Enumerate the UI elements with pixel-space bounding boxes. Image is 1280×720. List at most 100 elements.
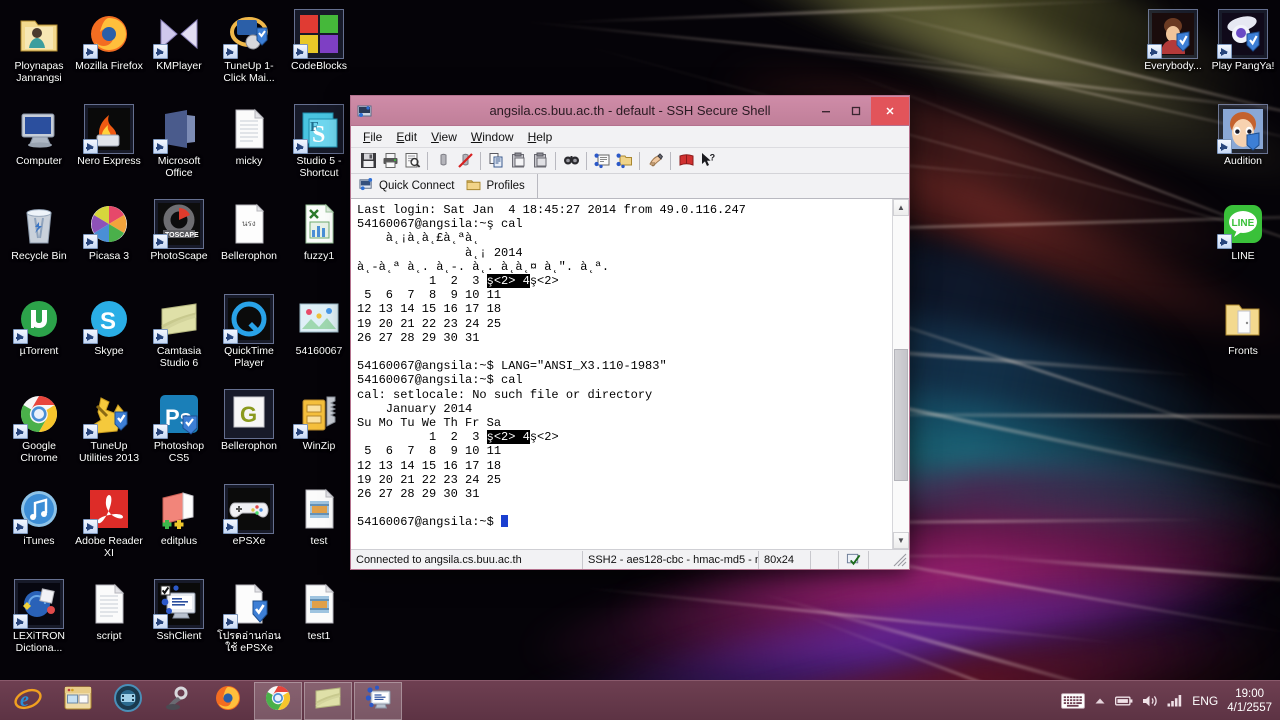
desktop-icon-photoshop[interactable]: Ps Photoshop CS5 — [144, 386, 214, 481]
help-book-icon[interactable] — [675, 150, 697, 172]
language-indicator[interactable]: ENG — [1192, 694, 1218, 708]
menu-item-help[interactable]: Help — [528, 130, 553, 144]
desktop-icon-shield-document[interactable]: โปรดอ่านก่อน ใช้ ePSXe — [214, 576, 284, 671]
terminal-text: Last login: Sat Jan 4 18:45:27 2014 from… — [357, 203, 746, 217]
desktop-icon-tuneup-utilities[interactable]: TuneUp Utilities 2013 — [74, 386, 144, 481]
desktop-icon-epsxe[interactable]: ePSXe — [214, 481, 284, 576]
desktop-icon-lexitron[interactable]: LEXiTRON Dictiona... — [4, 576, 74, 671]
minimize-button[interactable] — [811, 97, 841, 125]
toolbar[interactable]: ? — [351, 148, 909, 174]
terminal-text: 26 27 28 29 30 31 — [357, 331, 479, 345]
desktop-icon-label: LEXiTRON Dictiona... — [4, 631, 74, 654]
paste-upload-icon[interactable] — [529, 150, 551, 172]
desktop-icon-ssh-client[interactable]: SshClient — [144, 576, 214, 671]
connect-icon[interactable] — [432, 150, 454, 172]
desktop-icon-document[interactable]: นรง Bellerophon — [214, 196, 284, 291]
desktop-icon-winzip[interactable]: WinZip — [284, 386, 354, 481]
resize-grip[interactable] — [893, 553, 907, 567]
desktop-icon-editplus[interactable]: editplus — [144, 481, 214, 576]
desktop-icon-recycle-bin[interactable]: Recycle Bin — [4, 196, 74, 291]
quick-connect-button[interactable]: Quick Connect — [359, 177, 454, 195]
desktop-icon-label: SshClient — [157, 631, 202, 643]
taskbar-firefox[interactable] — [204, 682, 252, 720]
new-terminal-icon[interactable] — [591, 150, 613, 172]
desktop-icon-ms-office[interactable]: Microsoft Office — [144, 101, 214, 196]
copy-icon[interactable] — [485, 150, 507, 172]
taskbar-explorer[interactable] — [54, 682, 102, 720]
battery-icon[interactable] — [1115, 695, 1133, 707]
taskbar-camtasia[interactable] — [304, 682, 352, 720]
taskbar-ssh-client[interactable] — [354, 682, 402, 720]
profiles-button[interactable]: Profiles — [466, 178, 524, 194]
maximize-button[interactable] — [841, 97, 871, 125]
window-controls[interactable] — [811, 97, 909, 125]
taskbar-internet-explorer[interactable]: e — [4, 682, 52, 720]
desktop-icon-quicktime[interactable]: QuickTime Player — [214, 291, 284, 386]
desktop-icon-firefox[interactable]: Mozilla Firefox — [74, 6, 144, 101]
window-titlebar[interactable]: angsila.cs.buu.ac.th - default - SSH Sec… — [351, 96, 909, 126]
close-button[interactable] — [871, 97, 909, 125]
quick-connect-bar[interactable]: Quick Connect Profiles — [351, 174, 909, 199]
settings-icon[interactable] — [644, 150, 666, 172]
taskbar[interactable]: e ENG 19:00 4/1/2557 — [0, 680, 1280, 720]
new-file-transfer-icon[interactable] — [613, 150, 635, 172]
desktop-icon-skype[interactable]: S Skype — [74, 291, 144, 386]
desktop-icon-codeblocks[interactable]: CodeBlocks — [284, 6, 354, 101]
desktop-icon-fruity-studio[interactable]: S F Studio 5 - Shortcut — [284, 101, 354, 196]
desktop-icon-itunes[interactable]: iTunes — [4, 481, 74, 576]
desktop-icon-text-file[interactable]: script — [74, 576, 144, 671]
menu-item-view[interactable]: View — [431, 130, 457, 144]
desktop-icon-pangya[interactable]: Play PangYa! — [1208, 6, 1278, 101]
desktop-icon-nero-express[interactable]: Nero Express — [74, 101, 144, 196]
desktop-icon-photoscape[interactable]: TOSCAPE PhotoScape — [144, 196, 214, 291]
desktop-icon-computer[interactable]: Computer — [4, 101, 74, 196]
taskbar-media-player[interactable] — [104, 682, 152, 720]
print-icon[interactable] — [379, 150, 401, 172]
terminal-output[interactable]: Last login: Sat Jan 4 18:45:27 2014 from… — [351, 199, 892, 549]
find-icon[interactable] — [560, 150, 582, 172]
scrollbar-track[interactable] — [893, 216, 909, 532]
disconnect-icon[interactable] — [454, 150, 476, 172]
chevron-up-icon[interactable] — [1094, 696, 1106, 706]
desktop-icon-adobe-reader[interactable]: Adobe Reader XI — [74, 481, 144, 576]
network-bars-icon[interactable] — [1167, 694, 1183, 707]
scroll-down-button[interactable]: ▼ — [893, 532, 909, 549]
desktop-icon-video-file[interactable]: test — [284, 481, 354, 576]
menu-item-file[interactable]: File — [363, 130, 382, 144]
desktop-icon-audition-game[interactable]: Audition — [1208, 101, 1278, 196]
scrollbar-thumb[interactable] — [894, 349, 908, 482]
paste-icon[interactable] — [507, 150, 529, 172]
scroll-up-button[interactable]: ▲ — [893, 199, 909, 216]
desktop-icon-chrome[interactable]: Google Chrome — [4, 386, 74, 481]
desktop-icon-text-file[interactable]: micky — [214, 101, 284, 196]
desktop-icon-excel-file[interactable]: fuzzy1 — [284, 196, 354, 291]
clock[interactable]: 19:00 4/1/2557 — [1227, 687, 1272, 715]
keyboard-icon[interactable] — [1061, 693, 1085, 709]
menu-bar[interactable]: File Edit View Window Help — [351, 126, 909, 148]
desktop-icon-user-folder[interactable]: Ploynapas Janrangsi — [4, 6, 74, 101]
desktop-icon-line[interactable]: LINE LINE — [1208, 196, 1278, 291]
terminal-scrollbar[interactable]: ▲ ▼ — [892, 199, 909, 549]
desktop-icon-tuneup-1click[interactable]: TuneUp 1-Click Mai... — [214, 6, 284, 101]
menu-item-window[interactable]: Window — [471, 130, 514, 144]
desktop-icon-utorrent[interactable]: µTorrent — [4, 291, 74, 386]
menu-item-edit[interactable]: Edit — [396, 130, 417, 144]
context-help-icon[interactable]: ? — [697, 150, 719, 172]
desktop-icon-image-thumb[interactable]: 54160067 — [284, 291, 354, 386]
desktop-icon-picasa[interactable]: Picasa 3 — [74, 196, 144, 291]
taskbar-chrome[interactable] — [254, 682, 302, 720]
desktop-icon-video-file[interactable]: test1 — [284, 576, 354, 671]
ssh-secure-shell-window[interactable]: angsila.cs.buu.ac.th - default - SSH Sec… — [350, 95, 910, 570]
system-tray[interactable]: ENG 19:00 4/1/2557 — [1061, 687, 1280, 715]
desktop-icon-game-avatar[interactable]: Everybody... — [1138, 6, 1208, 101]
desktop-icon-gom-player[interactable]: G Bellerophon — [214, 386, 284, 481]
print-preview-icon[interactable] — [401, 150, 423, 172]
desktop-icon-camtasia[interactable]: Camtasia Studio 6 — [144, 291, 214, 386]
volume-icon[interactable] — [1142, 694, 1158, 708]
save-icon[interactable] — [357, 150, 379, 172]
shortcut-overlay-icon — [223, 329, 238, 344]
taskbar-utility[interactable] — [154, 682, 202, 720]
desktop-icon-kmplayer[interactable]: KMPlayer — [144, 6, 214, 101]
desktop-icon-folder-open[interactable]: Fronts — [1208, 291, 1278, 386]
terminal-line: 12 13 14 15 16 17 18 — [357, 302, 892, 316]
